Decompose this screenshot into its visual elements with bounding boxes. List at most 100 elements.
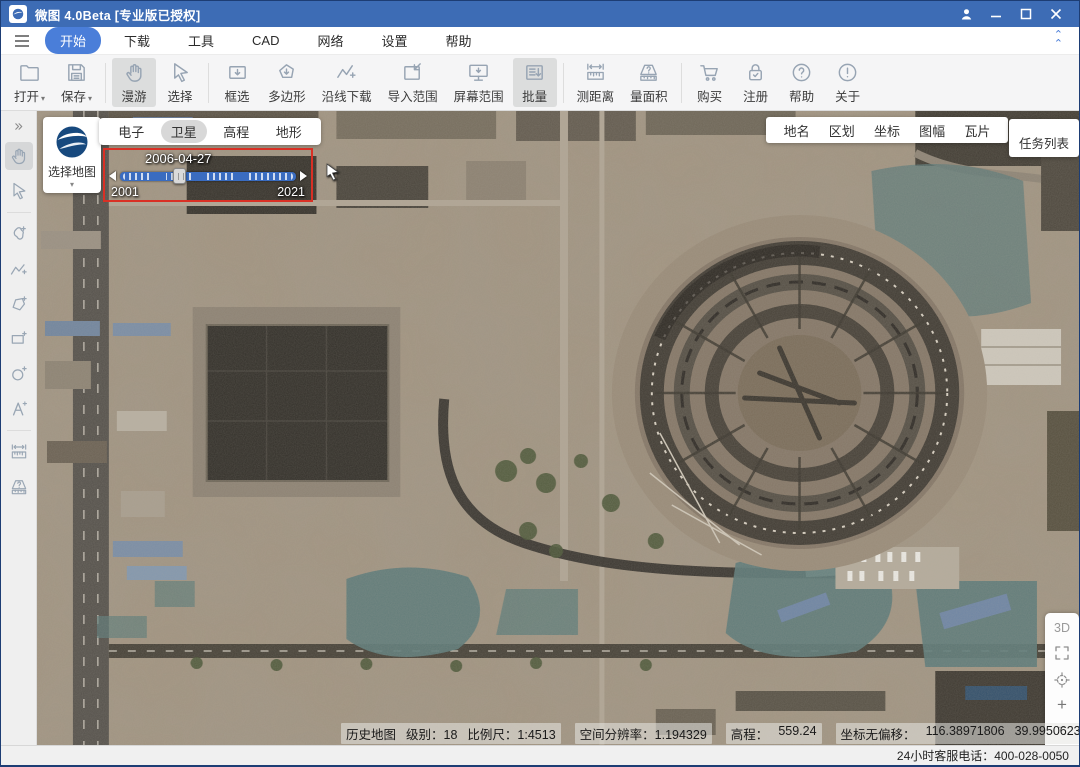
toggle-tiles[interactable]: 瓦片 — [964, 121, 990, 140]
select-map-widget[interactable]: 选择地图 ▾ — [43, 117, 101, 193]
along-line-download-button[interactable]: 沿线下载 — [315, 58, 379, 107]
fullscreen-icon[interactable] — [1053, 644, 1071, 662]
minimize-button[interactable] — [981, 1, 1011, 27]
toggle-districts[interactable]: 区划 — [829, 121, 855, 140]
question-icon — [790, 61, 813, 84]
timeline-slider-handle[interactable] — [173, 168, 186, 184]
sidebar-select-button[interactable] — [5, 177, 33, 205]
sidebar-expand-button[interactable] — [5, 117, 33, 135]
polygon-icon — [275, 61, 298, 84]
import-extent-button[interactable]: 导入范围 — [381, 58, 445, 107]
save-button[interactable]: 保存▾ — [54, 58, 99, 107]
map-type-satellite[interactable]: 卫星 — [161, 120, 207, 143]
globe-swirl-icon — [54, 124, 90, 160]
area-measure-icon — [9, 477, 29, 497]
mode-3d-button[interactable]: 3D — [1054, 621, 1070, 635]
status-map-scale: 比例尺：1:4513 — [467, 724, 555, 743]
draw-polyline-button[interactable] — [5, 255, 33, 283]
close-button[interactable] — [1041, 1, 1071, 27]
info-icon — [836, 61, 859, 84]
chevron-down-icon: ▾ — [70, 183, 74, 187]
status-longitude: 116.38971806 — [926, 724, 1005, 743]
map-type-elevation[interactable]: 高程 — [213, 120, 259, 143]
cursor-icon — [169, 61, 192, 84]
layer-toggle-bar: 地名 区划 坐标 图幅 瓦片 — [766, 117, 1008, 143]
hand-icon — [9, 146, 29, 166]
menu-tools[interactable]: 工具 — [173, 27, 229, 54]
collapse-ribbon-icon[interactable]: ⌃⌃ — [1054, 31, 1063, 49]
map-type-bar: 电子 卫星 高程 地形 — [99, 118, 321, 145]
menu-help[interactable]: 帮助 — [431, 27, 487, 54]
polyline-icon — [335, 61, 358, 84]
cursor-icon — [9, 181, 29, 201]
timeline-track[interactable] — [120, 172, 296, 181]
locate-target-icon[interactable] — [1053, 671, 1071, 689]
service-phone: 24小时客服电话：400-028-0050 — [897, 747, 1069, 764]
status-history-map: 历史地图 — [346, 724, 396, 743]
measure-area-button[interactable]: 量面积 — [623, 58, 675, 107]
circle-plus-icon — [9, 364, 29, 384]
menu-cad[interactable]: CAD — [237, 29, 294, 52]
user-account-icon[interactable] — [951, 1, 981, 27]
freehand-plus-icon — [9, 224, 29, 244]
menu-start[interactable]: 开始 — [45, 27, 101, 54]
history-timeline[interactable]: 2006-04-27 2001 2021 — [103, 148, 313, 202]
toolbar-separator — [208, 63, 209, 103]
text-plus-icon — [9, 399, 29, 419]
timeline-end-year: 2021 — [277, 185, 305, 199]
toolbar-separator — [563, 63, 564, 103]
timeline-prev-button[interactable] — [109, 171, 116, 181]
sidebar-measure-distance-button[interactable] — [5, 438, 33, 466]
status-zoom-level: 级别：18 — [406, 724, 457, 743]
polygon-plus-icon — [9, 294, 29, 314]
screen-icon — [467, 61, 490, 84]
toggle-placenames[interactable]: 地名 — [784, 121, 810, 140]
menu-settings[interactable]: 设置 — [367, 27, 423, 54]
timeline-date: 2006-04-27 — [145, 151, 212, 166]
about-button[interactable]: 关于 — [826, 58, 870, 107]
box-select-icon — [226, 61, 249, 84]
status-elevation-label: 高程： — [731, 724, 769, 743]
add-text-button[interactable] — [5, 395, 33, 423]
draw-circle-button[interactable] — [5, 360, 33, 388]
draw-polygon-button[interactable] — [5, 290, 33, 318]
timeline-next-button[interactable] — [300, 171, 307, 181]
map-viewport[interactable]: 选择地图 ▾ 电子 卫星 高程 地形 2006-04-27 — [37, 111, 1079, 745]
menu-bar: 开始 下载 工具 CAD 网络 设置 帮助 ⌃⌃ — [1, 27, 1079, 55]
menu-download[interactable]: 下载 — [109, 27, 165, 54]
map-type-vector[interactable]: 电子 — [108, 120, 154, 143]
window-title: 微图 4.0Beta [专业版已授权] — [35, 5, 200, 24]
toggle-coordinates[interactable]: 坐标 — [874, 121, 900, 140]
select-button[interactable]: 选择 — [158, 58, 202, 107]
pan-button[interactable]: 漫游 — [112, 58, 156, 107]
sidebar-measure-area-button[interactable] — [5, 473, 33, 501]
folder-icon — [18, 61, 41, 84]
register-button[interactable]: 注册 — [734, 58, 778, 107]
box-select-button[interactable]: 框选 — [215, 58, 259, 107]
ruler-icon — [584, 61, 607, 84]
open-button[interactable]: 打开▾ — [7, 58, 52, 107]
measure-distance-button[interactable]: 测距离 — [570, 58, 622, 107]
cart-icon — [698, 61, 721, 84]
bottom-status-bar: 24小时客服电话：400-028-0050 — [1, 745, 1079, 765]
save-icon — [65, 61, 88, 84]
status-latitude: 39.9950623 — [1015, 724, 1079, 743]
ruler-icon — [9, 442, 29, 462]
help-button[interactable]: 帮助 — [780, 58, 824, 107]
polygon-button[interactable]: 多边形 — [261, 58, 313, 107]
batch-button[interactable]: 批量 — [513, 58, 557, 107]
zoom-in-button[interactable]: + — [1057, 698, 1067, 712]
draw-freehand-button[interactable] — [5, 220, 33, 248]
status-elevation-value: 559.24 — [778, 724, 816, 743]
map-type-terrain[interactable]: 地形 — [266, 120, 312, 143]
sidebar-pan-button[interactable] — [5, 142, 33, 170]
task-list-button[interactable]: 任务列表 — [1009, 119, 1079, 157]
screen-extent-button[interactable]: 屏幕范围 — [447, 58, 511, 107]
maximize-button[interactable] — [1011, 1, 1041, 27]
hamburger-menu-icon[interactable] — [9, 31, 35, 51]
toggle-map-sheets[interactable]: 图幅 — [919, 121, 945, 140]
app-window: 微图 4.0Beta [专业版已授权] 开始 下载 工具 CAD 网络 设置 帮… — [0, 0, 1080, 767]
menu-network[interactable]: 网络 — [303, 27, 359, 54]
draw-rectangle-button[interactable] — [5, 325, 33, 353]
purchase-button[interactable]: 购买 — [688, 58, 732, 107]
